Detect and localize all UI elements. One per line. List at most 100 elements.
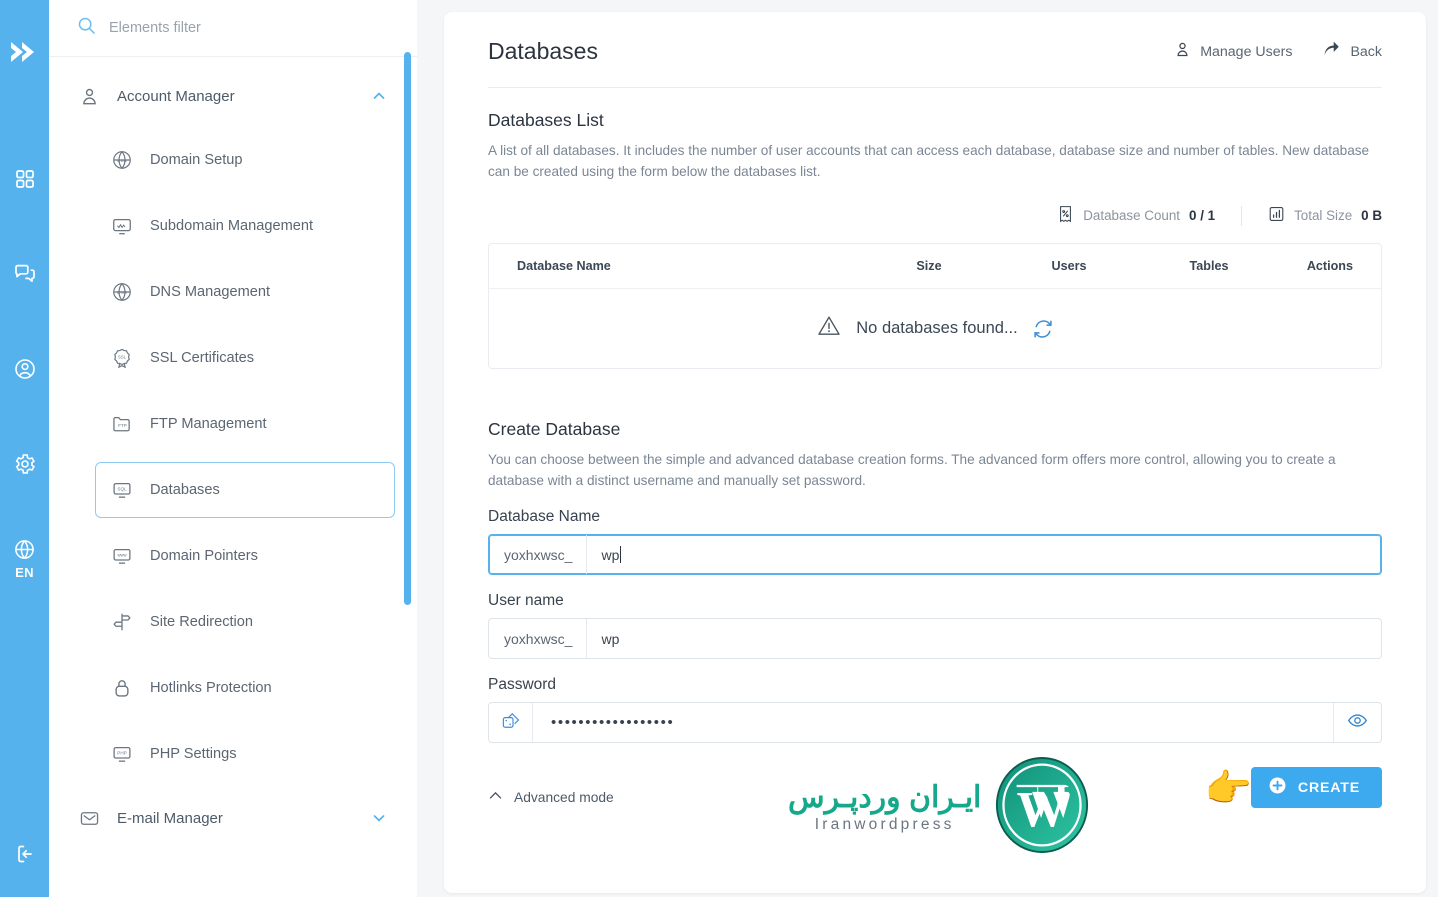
sidebar-item-domain-setup[interactable]: www Domain Setup: [95, 127, 395, 193]
password-input[interactable]: ••••••••••••••••••: [533, 703, 1333, 742]
wordpress-logo: W: [995, 757, 1089, 858]
watermark-persian: ایـران وردپـرس: [788, 781, 982, 815]
bar-chart-icon: [1268, 205, 1285, 226]
sidebar-item-dns-management[interactable]: DNS DNS Management: [95, 259, 395, 325]
databases-list-description: A list of all databases. It includes the…: [488, 143, 1370, 180]
sidebar: Account Manager www Domain Setup: [49, 0, 417, 897]
svg-text:www: www: [117, 553, 127, 558]
sidebar-item-label: Hotlinks Protection: [150, 680, 272, 696]
monitor-www-icon: www: [110, 544, 134, 568]
stat-database-count: Database Count 0 / 1: [1057, 205, 1215, 226]
database-name-input[interactable]: wp: [587, 535, 1381, 574]
arrow-share-icon: [1322, 40, 1341, 63]
sidebar-item-label: SSL Certificates: [150, 350, 255, 366]
svg-text:W: W: [1017, 782, 1068, 838]
sidebar-group-label: E-mail Manager: [117, 809, 223, 827]
ssl-badge-icon: SSL: [110, 346, 134, 370]
logout-icon: [13, 842, 37, 871]
back-button[interactable]: Back: [1322, 40, 1382, 63]
svg-text:FTP: FTP: [118, 423, 127, 428]
generate-password-button[interactable]: [489, 703, 533, 743]
globe-www-icon: www: [110, 148, 134, 172]
database-name-field[interactable]: yoxhxwsc_ wp: [488, 534, 1382, 576]
database-name-prefix: yoxhxwsc_: [489, 535, 588, 575]
receipt-percent-icon: [1057, 205, 1074, 226]
grid-icon: [14, 168, 36, 190]
eye-icon: [1347, 710, 1368, 736]
column-header-actions: Actions: [1306, 259, 1353, 274]
sidebar-item-databases[interactable]: SQL Databases: [95, 462, 395, 518]
database-name-value: wp: [601, 546, 620, 563]
chevron-up-icon: [371, 88, 387, 104]
sidebar-item-subdomain-management[interactable]: Subdomain Management: [95, 193, 395, 259]
create-button[interactable]: CREATE: [1250, 767, 1382, 809]
column-header-database-name: Database Name: [517, 259, 611, 274]
search-input[interactable]: [109, 20, 379, 36]
sidebar-nav: Account Manager www Domain Setup Subdoma…: [49, 57, 417, 849]
sidebar-item-ssl-certificates[interactable]: SSL SSL Certificates: [95, 325, 395, 391]
sidebar-item-domain-pointers[interactable]: www Domain Pointers: [95, 523, 395, 589]
refresh-icon[interactable]: [1032, 318, 1054, 340]
user-icon: [1174, 41, 1191, 62]
sidebar-item-hotlinks-protection[interactable]: Hotlinks Protection: [95, 655, 395, 721]
monitor-icon: [110, 214, 134, 238]
watermark-english: Iranwordpress: [814, 816, 955, 834]
stat-value: 0 / 1: [1189, 208, 1216, 224]
advanced-mode-toggle[interactable]: Advanced mode: [488, 788, 614, 806]
sidebar-item-label: PHP Settings: [150, 746, 237, 762]
elements-filter-row: [49, 0, 417, 57]
logout-button[interactable]: [0, 842, 49, 871]
sidebar-item-ftp-management[interactable]: FTP FTP Management: [95, 391, 395, 457]
sidebar-item-label: Subdomain Management: [150, 218, 314, 234]
sidebar-item-label: Domain Pointers: [150, 548, 258, 564]
sidebar-item-php-settings[interactable]: PHP PHP Settings: [95, 721, 395, 787]
user-name-field[interactable]: yoxhxwsc_ wp: [488, 618, 1382, 660]
user-icon: [77, 84, 101, 108]
stat-total-size: Total Size 0 B: [1268, 205, 1382, 226]
user-name-input[interactable]: wp: [587, 619, 1381, 658]
database-stats: Database Count 0 / 1 Total Size 0 B: [488, 205, 1382, 226]
database-name-label: Database Name: [488, 508, 601, 526]
plus-circle-icon: [1268, 776, 1287, 799]
sidebar-item-label: FTP Management: [150, 416, 267, 432]
table-header-row: Database Name Size Users Tables Actions: [489, 244, 1381, 290]
page-title: Databases: [488, 38, 598, 64]
empty-state-text: No databases found...: [856, 319, 1018, 338]
manage-users-button[interactable]: Manage Users: [1174, 41, 1292, 62]
rail-item-support-chat[interactable]: [0, 226, 49, 321]
main-content: Databases Manage Users Back Databases Li…: [417, 0, 1438, 897]
rail-item-settings[interactable]: [0, 416, 49, 511]
monitor-php-icon: PHP: [110, 742, 134, 766]
content-card: Databases Manage Users Back Databases Li…: [444, 12, 1426, 893]
sidebar-scrollbar[interactable]: [404, 52, 411, 605]
password-field[interactable]: ••••••••••••••••••: [488, 702, 1382, 744]
reveal-password-button[interactable]: [1333, 703, 1381, 743]
rail-item-dashboard[interactable]: [0, 131, 49, 226]
rail-item-account[interactable]: [0, 321, 49, 416]
language-label: EN: [15, 564, 34, 580]
databases-list-title: Databases List: [488, 110, 604, 130]
manage-users-label: Manage Users: [1200, 43, 1293, 60]
sidebar-group-email-manager[interactable]: E-mail Manager: [49, 787, 417, 849]
form-footer: Advanced mode ایـران وردپـرس Iranwordpre…: [488, 757, 1382, 854]
header-divider: [488, 87, 1382, 88]
stat-label: Database Count: [1083, 208, 1181, 224]
stat-label: Total Size: [1294, 208, 1353, 224]
lock-icon: [110, 676, 134, 700]
sidebar-group-label: Account Manager: [117, 87, 235, 105]
svg-text:PHP: PHP: [117, 751, 126, 756]
chevrons-right-logo[interactable]: [6, 33, 44, 71]
svg-text:SQL: SQL: [117, 487, 127, 492]
globe-dns-icon: DNS: [110, 280, 134, 304]
iranwordpress-watermark: ایـران وردپـرس Iranwordpress W: [788, 757, 1089, 858]
sidebar-item-site-redirection[interactable]: Site Redirection: [95, 589, 395, 655]
databases-table: Database Name Size Users Tables Actions …: [488, 243, 1382, 370]
chevron-up-icon: [488, 788, 503, 806]
search-icon: [77, 16, 96, 40]
back-label: Back: [1350, 43, 1382, 60]
sql-monitor-icon: SQL: [110, 478, 134, 502]
rail-items: EN: [0, 131, 49, 606]
sidebar-item-label: Databases: [150, 482, 220, 498]
sidebar-group-account-manager[interactable]: Account Manager: [49, 65, 417, 127]
rail-item-language[interactable]: EN: [0, 511, 49, 606]
